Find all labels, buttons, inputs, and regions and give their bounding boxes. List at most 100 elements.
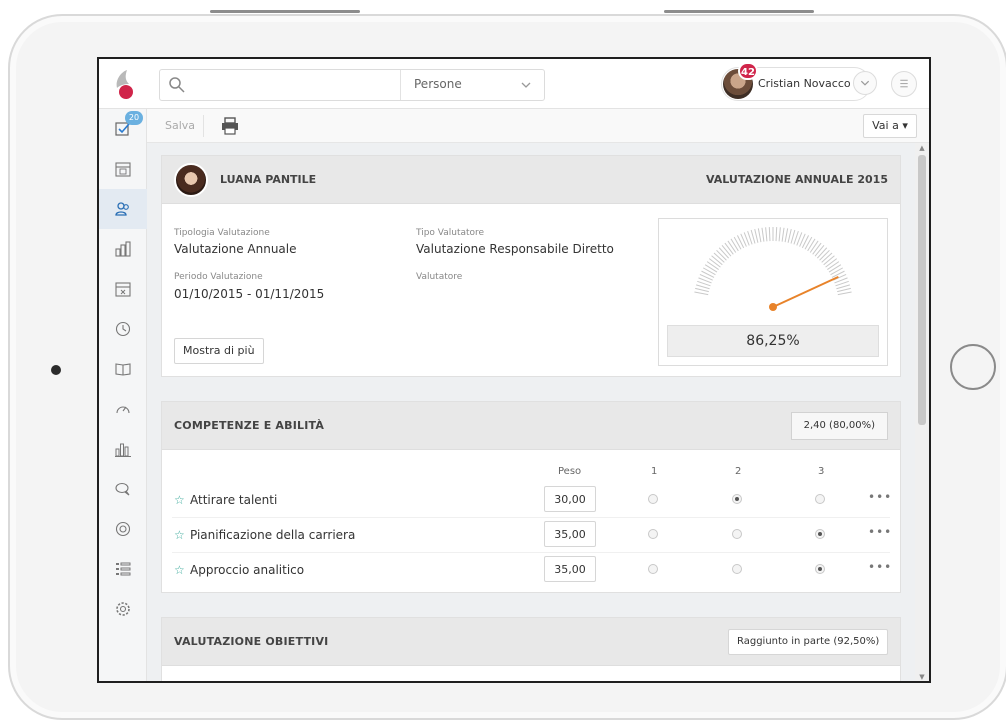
gauge-tick [718, 247, 730, 259]
user-name: Cristian Novacco [758, 77, 851, 90]
table-row: ☆ Approccio analitico ••• [162, 554, 900, 588]
content-scrollbar[interactable]: ▲ ▼ [915, 143, 929, 681]
show-more-button[interactable]: Mostra di più [174, 338, 264, 364]
rating-radio-1[interactable] [648, 494, 658, 504]
bar-chart-icon [115, 443, 131, 457]
rating-radio-1[interactable] [648, 564, 658, 574]
table-row: ☆ Attirare talenti ••• [162, 484, 900, 518]
gauge-tick [790, 229, 796, 244]
star-icon[interactable]: ☆ [174, 563, 185, 577]
gauge-tick [704, 264, 718, 273]
book-icon [115, 363, 131, 376]
app-logo-icon[interactable] [113, 68, 137, 100]
rating-radio-2[interactable] [732, 529, 742, 539]
rating-column-header-3: 3 [818, 466, 825, 477]
search-bar: Persone [159, 69, 545, 101]
search-divider [400, 70, 401, 100]
camera-icon [51, 365, 61, 375]
row-more-button[interactable]: ••• [868, 490, 892, 504]
print-icon[interactable] [219, 116, 241, 136]
table-row: ☆ Pianificazione della carriera ••• [162, 519, 900, 553]
gauge-hub [769, 303, 777, 311]
speedometer-icon [116, 406, 130, 414]
objectives-card-header: VALUTAZIONE OBIETTIVI Raggiunto in parte… [162, 618, 900, 666]
gauge-tick [837, 291, 852, 296]
sidebar-item-organization[interactable] [99, 229, 147, 269]
home-button[interactable] [950, 344, 996, 390]
row-more-button[interactable]: ••• [868, 560, 892, 574]
gauge-tick [807, 238, 816, 252]
gauge-tick [825, 258, 838, 268]
objectives-card: VALUTAZIONE OBIETTIVI Raggiunto in parte… [161, 617, 901, 681]
search-category-select[interactable]: Persone [414, 77, 462, 91]
gauge-tick [775, 227, 778, 242]
lifebuoy-icon [115, 521, 131, 537]
sidebar-item-training[interactable] [99, 349, 147, 389]
sidebar-item-lists[interactable] [99, 549, 147, 589]
app-screen: Persone 42 Cristian Novacco 20 Salva Vai… [97, 57, 931, 683]
search-icon[interactable] [168, 76, 186, 94]
sidebar-item-settings[interactable] [99, 589, 147, 629]
sidebar-item-time[interactable] [99, 309, 147, 349]
objectives-title: VALUTAZIONE OBIETTIVI [174, 635, 329, 648]
people-icon [115, 202, 129, 216]
gauge-tick [836, 284, 851, 290]
save-button[interactable]: Salva [157, 115, 205, 137]
weight-input[interactable] [544, 521, 596, 547]
scroll-down-icon[interactable]: ▼ [918, 673, 926, 681]
gauge-tick [830, 267, 844, 276]
chevron-down-icon[interactable] [520, 80, 532, 90]
gauge-tick [768, 227, 771, 242]
row-more-button[interactable]: ••• [868, 525, 892, 539]
rating-radio-3[interactable] [815, 529, 825, 539]
star-icon[interactable]: ☆ [174, 493, 185, 507]
evaluator-label: Valutatore [416, 272, 463, 282]
scroll-thumb[interactable] [918, 155, 926, 425]
evaluator-type-value: Valutazione Responsabile Diretto [416, 242, 614, 256]
rating-radio-2[interactable] [732, 494, 742, 504]
calendar-icon [115, 162, 131, 177]
building-icon [115, 241, 131, 257]
sidebar-item-tasks[interactable]: 20 [99, 109, 147, 149]
gauge-tick [804, 236, 813, 250]
gauge-tick [757, 228, 762, 243]
row-divider [172, 517, 890, 518]
sidebar-item-support[interactable] [99, 509, 147, 549]
gauge-tick [761, 227, 765, 242]
hamburger-menu-button[interactable] [891, 71, 917, 97]
user-dropdown-button[interactable] [853, 71, 877, 95]
gauge-tick [778, 227, 781, 242]
rating-radio-3[interactable] [815, 564, 825, 574]
gauge-tick [713, 252, 725, 263]
gauge-tick [750, 229, 756, 244]
sidebar-item-calendar[interactable] [99, 149, 147, 189]
top-bar: Persone 42 Cristian Novacco [99, 59, 929, 109]
rating-column-header-2: 2 [735, 466, 742, 477]
skill-name: Approccio analitico [190, 563, 305, 577]
skills-title: COMPETENZE E ABILITÀ [174, 419, 325, 432]
sidebar-item-performance[interactable] [99, 389, 147, 429]
gauge-tick [754, 228, 759, 243]
weight-input[interactable] [544, 556, 596, 582]
user-menu[interactable]: 42 Cristian Novacco [721, 62, 871, 101]
tablet-edge-highlight [664, 10, 814, 13]
goto-dropdown-button[interactable]: Vai a ▾ [863, 114, 917, 138]
sidebar-item-reports[interactable] [99, 429, 147, 469]
review-type-value: Valutazione Annuale [174, 242, 297, 256]
sidebar-item-absences[interactable] [99, 269, 147, 309]
gauge-tick [828, 264, 842, 273]
objectives-status-badge[interactable]: Raggiunto in parte (92,50%) [728, 629, 889, 655]
search-input[interactable] [190, 74, 390, 96]
scroll-up-icon[interactable]: ▲ [918, 144, 926, 152]
gauge-tick [809, 240, 819, 253]
notification-badge[interactable]: 42 [738, 62, 758, 80]
star-icon[interactable]: ☆ [174, 528, 185, 542]
rating-radio-2[interactable] [732, 564, 742, 574]
rating-radio-3[interactable] [815, 494, 825, 504]
weight-input[interactable] [544, 486, 596, 512]
gauge-tick [814, 245, 825, 257]
rating-radio-1[interactable] [648, 529, 658, 539]
employee-name: LUANA PANTILE [220, 173, 317, 186]
sidebar-item-people[interactable] [99, 189, 147, 229]
sidebar-item-messages[interactable] [99, 469, 147, 509]
